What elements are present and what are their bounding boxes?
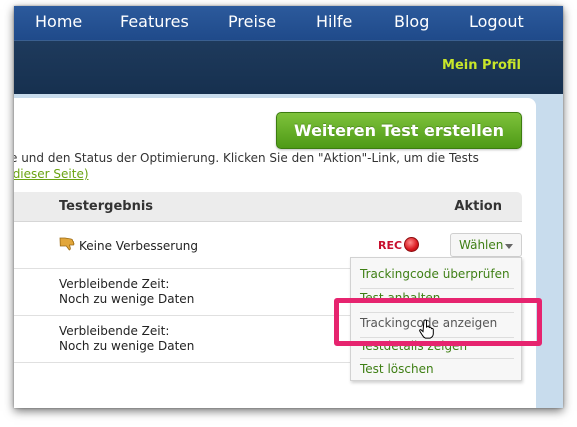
action-select[interactable]: Wählen bbox=[450, 233, 522, 257]
sub-navigation: Mein Profil bbox=[14, 40, 563, 94]
menu-divider bbox=[360, 358, 514, 359]
nav-home[interactable]: Home bbox=[35, 12, 82, 31]
rec-label: REC bbox=[378, 239, 403, 252]
remaining-time-label: Verbleibende Zeit: bbox=[59, 277, 170, 291]
intro-link-line[interactable]: (dieser Seite) bbox=[14, 167, 89, 181]
record-icon bbox=[404, 237, 419, 252]
nav-features[interactable]: Features bbox=[120, 12, 189, 31]
action-select-label: Wählen bbox=[459, 238, 504, 252]
browser-window: Home Features Preise Hilfe Blog Logout M… bbox=[14, 6, 563, 408]
intro-text: e und den Status der Optimierung. Klicke… bbox=[14, 151, 479, 165]
remaining-time-value: Noch zu wenige Daten bbox=[59, 339, 195, 353]
column-header-result: Testergebnis bbox=[59, 199, 154, 214]
menu-item-delete-test[interactable]: Test löschen bbox=[360, 362, 434, 376]
remaining-time-value: Noch zu wenige Daten bbox=[59, 292, 195, 306]
my-profile-link[interactable]: Mein Profil bbox=[442, 58, 521, 73]
nav-logout[interactable]: Logout bbox=[469, 12, 524, 31]
top-navigation: Home Features Preise Hilfe Blog Logout bbox=[14, 6, 563, 40]
test-result: Keine Verbesserung bbox=[79, 239, 199, 253]
column-header-action: Aktion bbox=[454, 199, 502, 214]
remaining-time-label: Verbleibende Zeit: bbox=[59, 324, 170, 338]
hand-cursor-icon bbox=[419, 319, 434, 339]
menu-divider bbox=[360, 288, 514, 289]
intro-link[interactable]: dieser Seite) bbox=[14, 167, 89, 181]
nav-blog[interactable]: Blog bbox=[394, 12, 429, 31]
highlight-box bbox=[334, 298, 542, 346]
nav-preise[interactable]: Preise bbox=[228, 12, 276, 31]
nav-hilfe[interactable]: Hilfe bbox=[316, 12, 352, 31]
chevron-down-icon bbox=[505, 244, 513, 249]
table-header: ▸ Testergebnis Aktion bbox=[14, 192, 522, 222]
menu-item-verify-tracking[interactable]: Trackingcode überprüfen bbox=[360, 267, 510, 281]
thumbs-down-icon bbox=[59, 237, 75, 251]
new-test-button[interactable]: Weiteren Test erstellen bbox=[276, 112, 522, 149]
